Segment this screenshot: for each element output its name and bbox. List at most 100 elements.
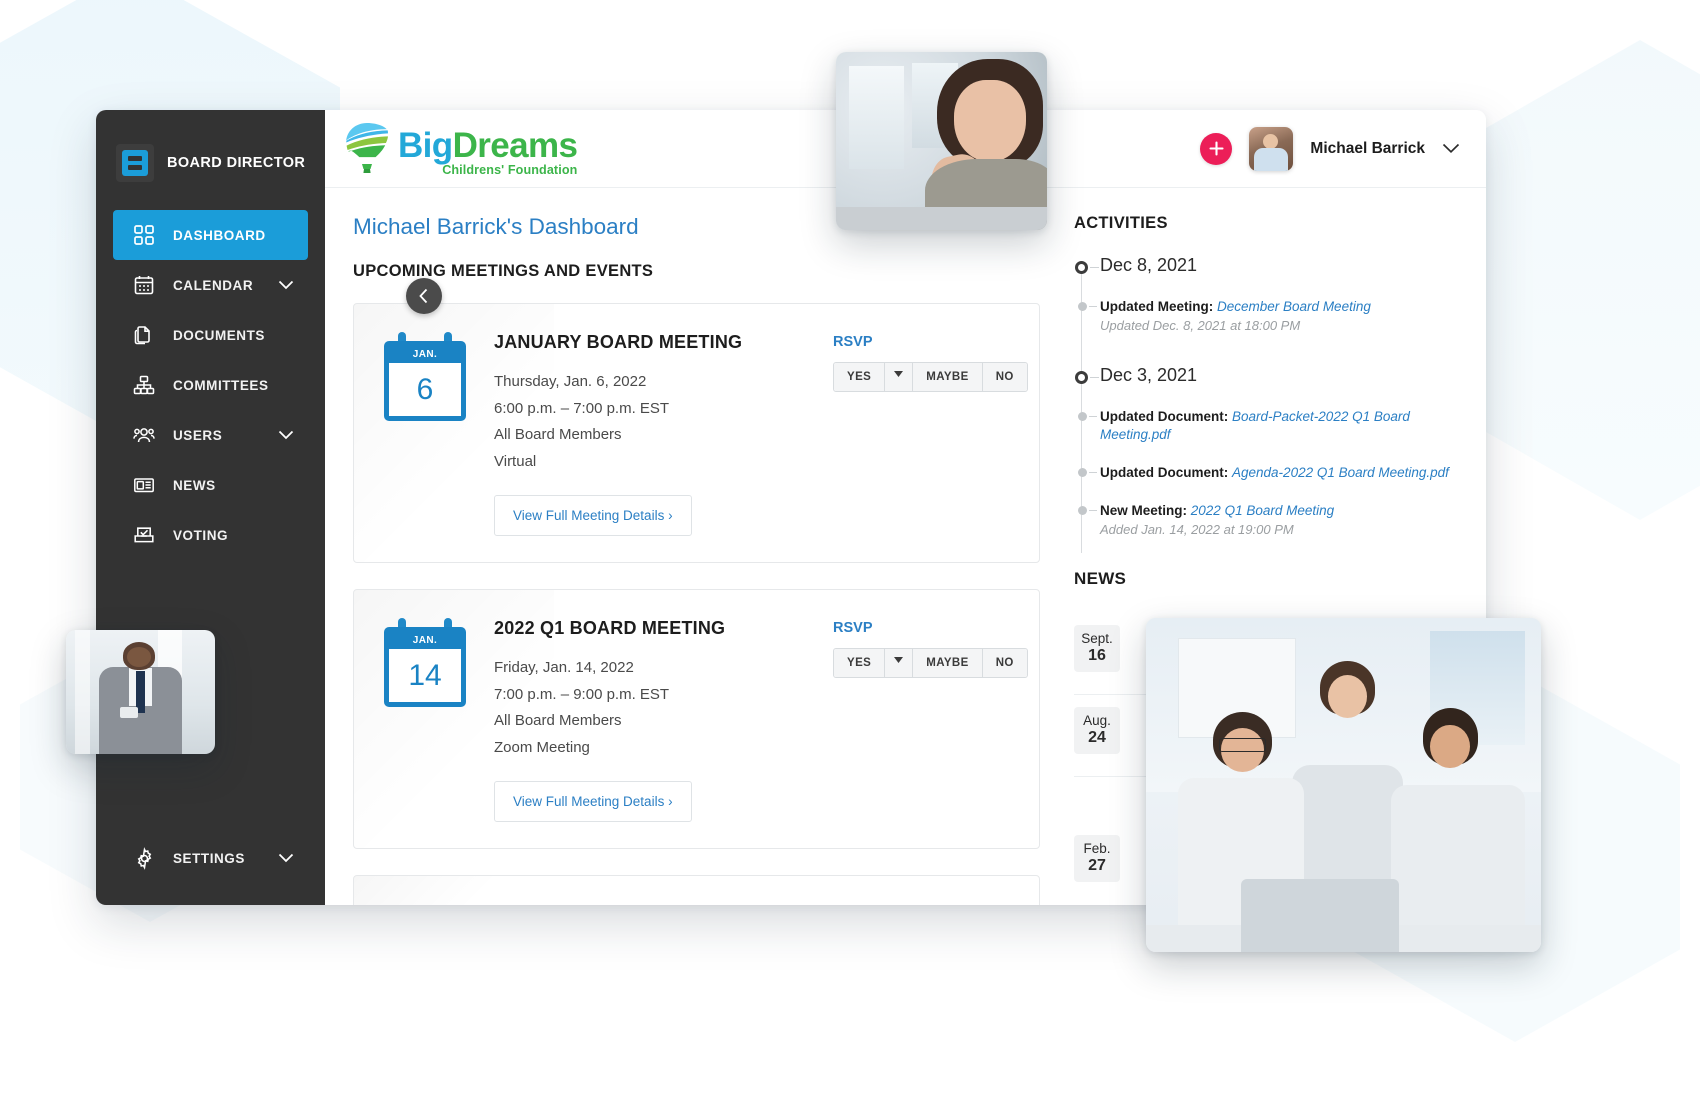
meeting-title: JANUARY BOARD MEETING xyxy=(494,332,743,352)
team-meeting-photo xyxy=(1146,618,1541,952)
news-month: Aug. xyxy=(1083,713,1111,728)
gear-icon xyxy=(130,844,158,872)
calendar-month: JAN. xyxy=(412,635,438,646)
rsvp-no-button[interactable]: NO xyxy=(982,363,1027,391)
activity-kind: New Meeting: xyxy=(1100,503,1188,518)
ballot-box-icon xyxy=(130,521,158,549)
sidebar-item-label: COMMITTEES xyxy=(173,377,269,393)
activity-date-group: Dec 8, 2021 xyxy=(1075,255,1460,276)
brand-label: BOARD DIRECTOR xyxy=(167,154,306,171)
sidebar-item-voting[interactable]: VOTING xyxy=(113,510,308,560)
activity-date-group: Dec 3, 2021 xyxy=(1075,365,1460,386)
sidebar-item-label: CALENDAR xyxy=(173,277,254,293)
woman-at-desk-photo xyxy=(836,52,1047,230)
meeting-title: 2022 Q1 BOARD MEETING xyxy=(494,618,726,638)
meeting-audience: All Board Members xyxy=(494,426,622,443)
chevron-down-icon[interactable] xyxy=(278,853,294,863)
rsvp-yes-button[interactable]: YES xyxy=(834,649,886,677)
rsvp-yes-button[interactable]: YES xyxy=(834,363,886,391)
calendar-day: 14 xyxy=(389,649,461,702)
user-name: Michael Barrick xyxy=(1310,139,1425,157)
sidebar-item-settings[interactable]: SETTINGS xyxy=(113,833,308,883)
meeting-card-partial xyxy=(353,875,1040,905)
view-meeting-details-button[interactable]: View Full Meeting Details › xyxy=(494,495,692,536)
chevron-down-icon[interactable] xyxy=(278,430,294,440)
activity-target-link[interactable]: 2022 Q1 Board Meeting xyxy=(1191,503,1334,518)
users-icon xyxy=(130,421,158,449)
activities-timeline: Dec 8, 2021 Updated Meeting: December Bo… xyxy=(1074,255,1460,553)
timeline-dot-icon xyxy=(1078,302,1087,311)
add-button[interactable] xyxy=(1200,132,1233,165)
calendar-date-icon: JAN. 14 xyxy=(384,618,466,822)
meeting-card: JAN. 14 2022 Q1 BOARD MEETING Friday, Ja… xyxy=(353,589,1040,849)
news-date-badge: Aug. 24 xyxy=(1074,707,1120,754)
section-title-news: NEWS xyxy=(1074,569,1127,588)
sidebar-collapse-button[interactable] xyxy=(406,278,442,314)
screenshot-stage: BOARD DIRECTOR DASHBOARD CALENDAR DOCUME… xyxy=(0,0,1700,1102)
rsvp-maybe-button[interactable]: MAYBE xyxy=(913,649,983,677)
rsvp-no-button[interactable]: NO xyxy=(982,649,1027,677)
news-day: 24 xyxy=(1088,729,1106,746)
timeline-dot-icon xyxy=(1075,261,1088,274)
calendar-icon xyxy=(130,271,158,299)
avatar[interactable] xyxy=(1249,126,1294,171)
section-title-activities: ACTIVITIES xyxy=(1074,214,1168,232)
timeline-dot-icon xyxy=(1078,412,1087,421)
sidebar-item-dashboard[interactable]: DASHBOARD xyxy=(113,210,308,260)
sidebar-item-label: USERS xyxy=(173,427,223,443)
meeting-info: JANUARY BOARD MEETING Thursday, Jan. 6, … xyxy=(494,332,805,536)
brand: BOARD DIRECTOR xyxy=(96,110,325,188)
logo-tagline: Childrens' Foundation xyxy=(442,162,578,177)
calendar-date-icon: JAN. 6 xyxy=(384,332,466,536)
sidebar-item-label: SETTINGS xyxy=(173,850,245,866)
grid-icon xyxy=(130,221,158,249)
caret-down-icon[interactable] xyxy=(885,649,914,677)
activity-item: New Meeting: 2022 Q1 Board Meeting Added… xyxy=(1078,502,1460,539)
meeting-date: Thursday, Jan. 6, 2022 xyxy=(494,373,647,390)
view-meeting-details-button[interactable]: View Full Meeting Details › xyxy=(494,781,692,822)
sidebar-item-label: DOCUMENTS xyxy=(173,327,265,343)
rsvp-label: RSVP xyxy=(833,334,873,350)
logo-wordmark: BigDreams Childrens' Foundation xyxy=(398,125,578,177)
rsvp-buttons: YES MAYBE NO xyxy=(833,648,1028,678)
chevron-down-icon[interactable] xyxy=(278,280,294,290)
activity-subtext: Added Jan. 14, 2022 at 19:00 PM xyxy=(1100,522,1294,537)
news-day: 16 xyxy=(1088,647,1106,664)
topbar-right: Michael Barrick xyxy=(1200,126,1460,171)
sidebar-item-users[interactable]: USERS xyxy=(113,410,308,460)
timeline-dot-icon xyxy=(1078,506,1087,515)
rsvp-maybe-button[interactable]: MAYBE xyxy=(913,363,983,391)
news-month: Sept. xyxy=(1081,631,1113,646)
meeting-info: 2022 Q1 BOARD MEETING Friday, Jan. 14, 2… xyxy=(494,618,805,822)
activity-item: Updated Meeting: December Board Meeting … xyxy=(1078,298,1460,335)
meeting-time: 7:00 p.m. – 9:00 p.m. EST xyxy=(494,685,670,703)
logo-word-dreams: Dreams xyxy=(452,125,578,165)
activity-subtext: Updated Dec. 8, 2021 at 18:00 PM xyxy=(1100,318,1301,333)
org-chart-icon xyxy=(130,371,158,399)
news-date-badge: Sept. 16 xyxy=(1074,625,1120,672)
documents-icon xyxy=(130,321,158,349)
meeting-date: Friday, Jan. 14, 2022 xyxy=(494,659,634,676)
sidebar-item-news[interactable]: NEWS xyxy=(113,460,308,510)
caret-down-icon[interactable] xyxy=(885,363,914,391)
activity-date: Dec 8, 2021 xyxy=(1100,255,1198,275)
newspaper-icon xyxy=(130,471,158,499)
sidebar-item-label: NEWS xyxy=(173,477,216,493)
section-title-meetings: UPCOMING MEETINGS AND EVENTS xyxy=(353,262,654,280)
calendar-day: 6 xyxy=(389,363,461,416)
meeting-location: Zoom Meeting xyxy=(494,738,590,756)
sidebar-item-documents[interactable]: DOCUMENTS xyxy=(113,310,308,360)
chevron-down-icon[interactable] xyxy=(1442,143,1460,154)
hot-air-balloon-icon xyxy=(343,121,391,177)
sidebar-item-calendar[interactable]: CALENDAR xyxy=(113,260,308,310)
activity-target-link[interactable]: December Board Meeting xyxy=(1217,299,1371,314)
sidebar-settings-group: SETTINGS xyxy=(96,833,325,883)
meeting-location: Virtual xyxy=(494,452,537,470)
rsvp-buttons: YES MAYBE NO xyxy=(833,362,1028,392)
man-with-phone-photo xyxy=(66,630,215,754)
board-director-logo-icon xyxy=(116,143,154,182)
activity-target-link[interactable]: Agenda-2022 Q1 Board Meeting.pdf xyxy=(1232,465,1449,480)
activity-date: Dec 3, 2021 xyxy=(1100,365,1198,385)
sidebar-item-committees[interactable]: COMMITTEES xyxy=(113,360,308,410)
news-month: Feb. xyxy=(1083,841,1111,856)
